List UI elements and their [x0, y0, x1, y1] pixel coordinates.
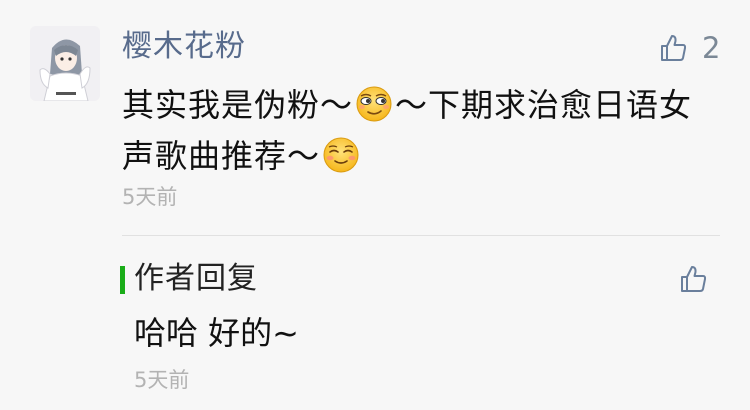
avatar-illustration-icon — [30, 26, 100, 101]
comment-author-name[interactable]: 樱木花粉 — [122, 27, 246, 67]
reply-text: 哈哈 好的~ — [134, 314, 299, 352]
like-control[interactable]: 2 — [658, 30, 720, 66]
reply-accent-bar — [120, 266, 125, 294]
comment-item: 樱木花粉 2 其实我是伪粉～ ～下期求治愈日语女声歌曲推荐～ 5天前 — [0, 0, 750, 236]
reply-label: 作者回复 — [134, 261, 258, 296]
reply-timestamp: 5天前 — [134, 368, 190, 392]
smirk-emoji-icon — [355, 85, 393, 123]
relieved-smile-emoji-icon — [322, 136, 360, 174]
author-reply: 作者回复 哈哈 好的~ 5天前 — [0, 236, 750, 410]
comment-text: 其实我是伪粉～ ～下期求治愈日语女声歌曲推荐～ — [122, 80, 722, 182]
thumbs-up-icon[interactable] — [658, 33, 688, 63]
reply-thumbs-up-icon[interactable] — [678, 264, 708, 294]
comment-timestamp: 5天前 — [122, 185, 178, 209]
like-count: 2 — [702, 31, 721, 65]
comment-text-part1: 其实我是伪粉～ — [122, 86, 354, 124]
avatar[interactable] — [30, 26, 100, 101]
